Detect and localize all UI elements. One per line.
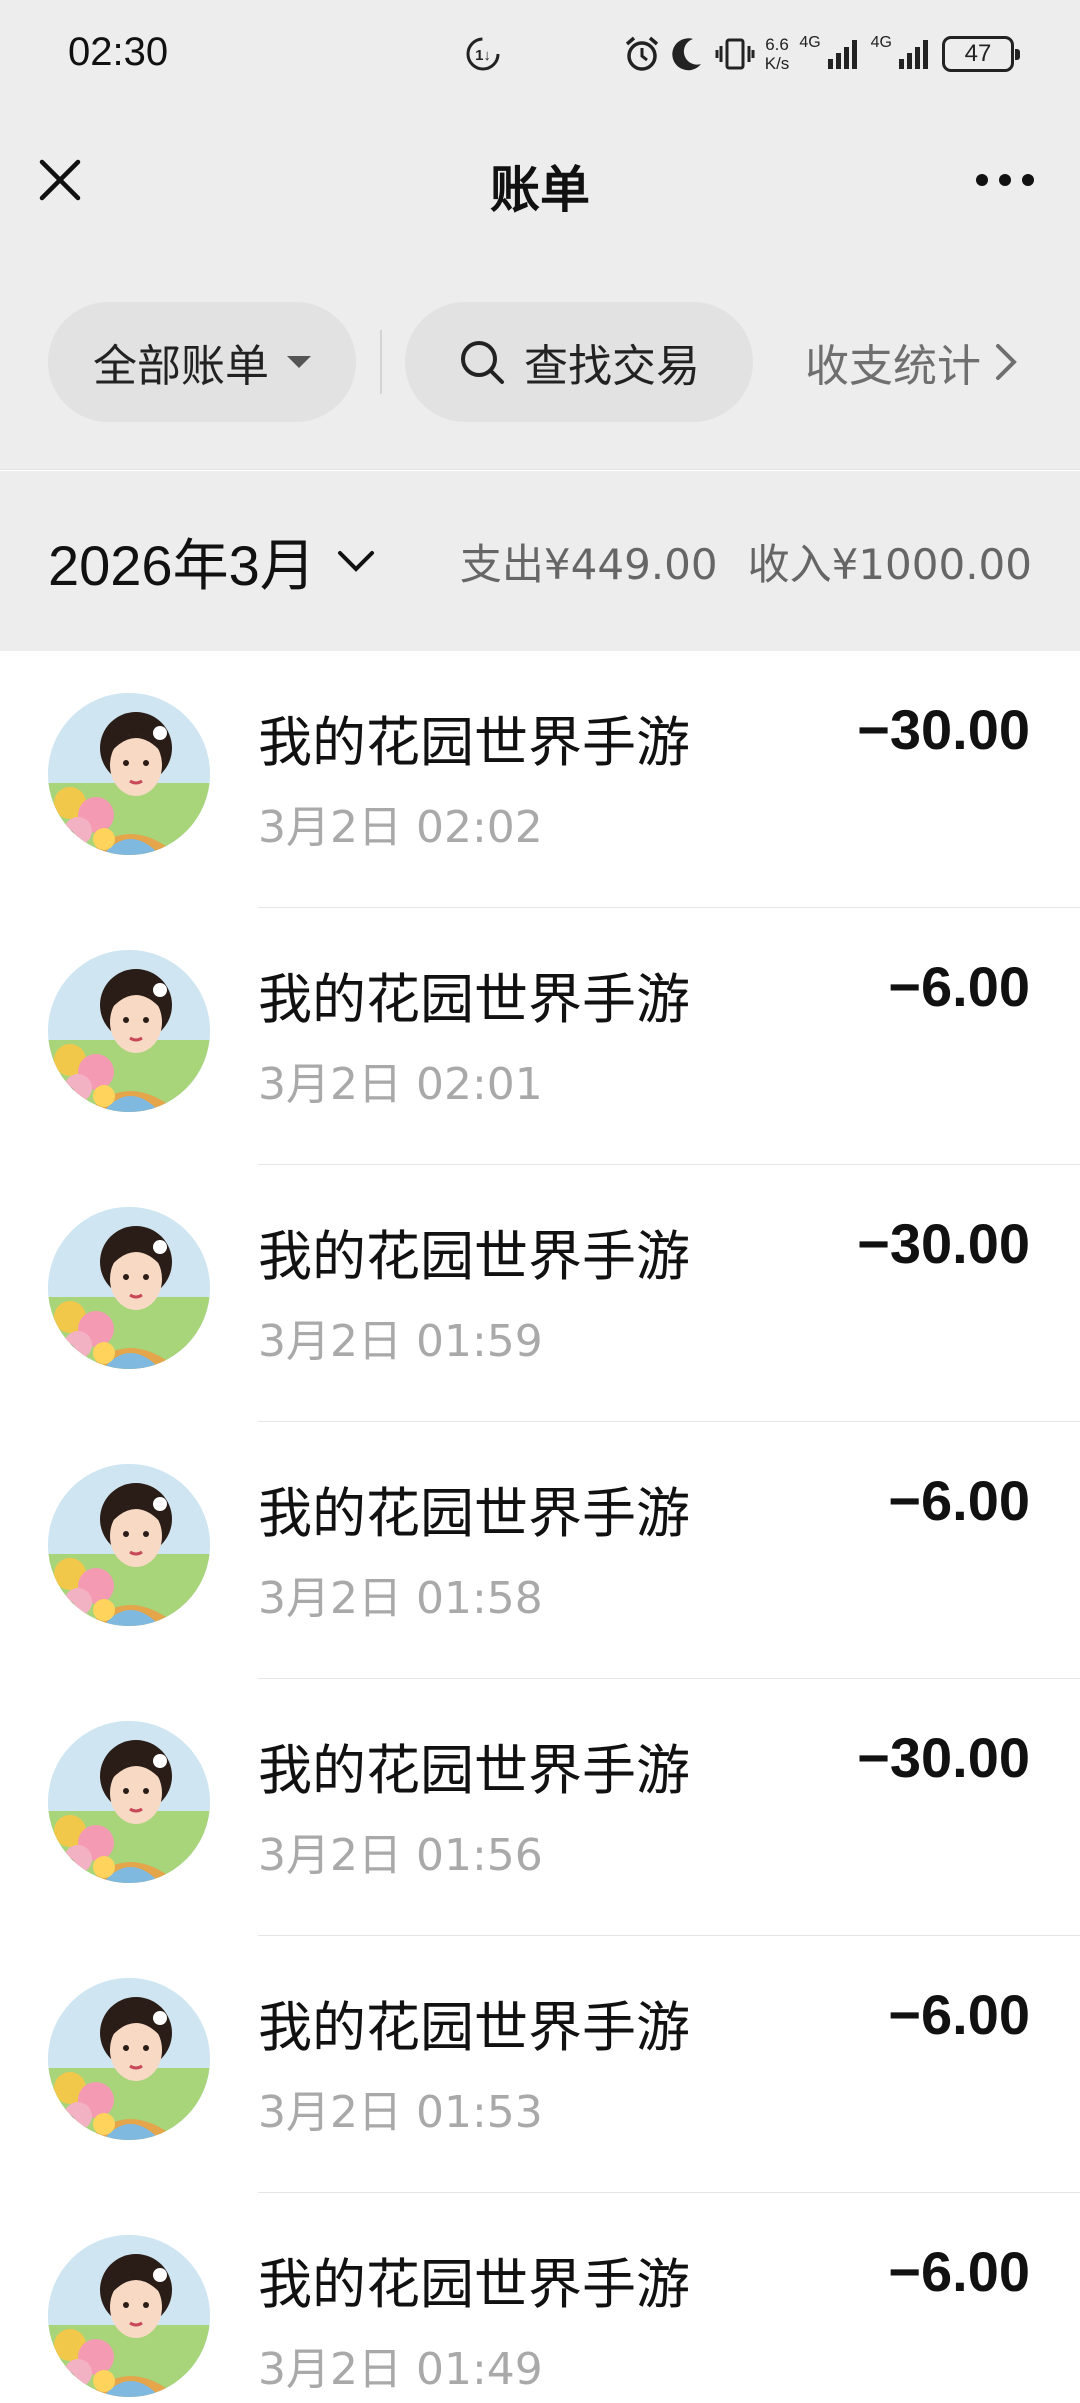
signal-icon — [827, 37, 861, 71]
transaction-time: 3月2日 01:49 — [258, 2344, 543, 2395]
month-selector[interactable]: 2026年3月 — [48, 526, 376, 597]
transaction-time: 3月2日 02:02 — [258, 802, 543, 853]
moon-icon — [671, 34, 705, 74]
battery-icon: 47 — [942, 36, 1020, 72]
search-label: 查找交易 — [524, 341, 700, 392]
transaction-row[interactable]: 我的花园世界手游 3月2日 01:58 −6.00 — [0, 1422, 1080, 1679]
transaction-row[interactable]: 我的花园世界手游 3月2日 01:49 −6.00 — [0, 2193, 1080, 2403]
status-time: 02:30 — [68, 30, 169, 74]
transaction-name: 我的花园世界手游 — [258, 1225, 690, 1288]
data-saver-icon: 1↓ — [463, 34, 503, 74]
page-title: 账单 — [490, 161, 590, 219]
merchant-avatar — [48, 1978, 210, 2140]
status-bar: 02:30 1↓ 6.6 K/s 4G 4G 47 — [0, 0, 1080, 115]
net-speed: 6.6 K/s — [764, 35, 790, 73]
search-icon — [461, 341, 504, 384]
merchant-avatar — [48, 1464, 210, 1626]
status-icons: 1↓ 6.6 K/s 4G 4G 47 — [463, 26, 1020, 82]
sim1-label: 4G — [799, 34, 821, 51]
stats-label: 收支统计 — [805, 341, 981, 392]
transaction-amount: −30.00 — [857, 1212, 1030, 1275]
transaction-row[interactable]: 我的花园世界手游 3月2日 01:56 −30.00 — [0, 1679, 1080, 1936]
transaction-name: 我的花园世界手游 — [258, 968, 690, 1031]
vibrate-icon — [715, 34, 755, 74]
alarm-icon — [623, 34, 661, 74]
signal-icon — [898, 37, 932, 71]
transaction-time: 3月2日 02:01 — [258, 1059, 543, 1110]
svg-text:1↓: 1↓ — [475, 47, 491, 64]
transaction-amount: −6.00 — [888, 955, 1030, 1018]
divider — [380, 330, 382, 394]
merchant-avatar — [48, 693, 210, 855]
merchant-avatar — [48, 2235, 210, 2397]
battery-level: 47 — [964, 40, 992, 67]
transaction-name: 我的花园世界手游 — [258, 1996, 690, 2059]
transaction-row[interactable]: 我的花园世界手游 3月2日 02:01 −6.00 — [0, 908, 1080, 1165]
filter-bar: 全部账单 查找交易 收支统计 — [0, 250, 1080, 470]
more-icon — [976, 174, 1034, 186]
all-bills-filter[interactable]: 全部账单 — [48, 302, 356, 422]
stats-link[interactable]: 收支统计 — [805, 302, 1017, 422]
month-label: 2026年3月 — [48, 533, 316, 597]
transaction-amount: −30.00 — [857, 1726, 1030, 1789]
caret-down-icon — [287, 356, 311, 368]
chevron-right-icon — [996, 344, 1017, 380]
merchant-avatar — [48, 1207, 210, 1369]
transaction-amount: −6.00 — [888, 2240, 1030, 2303]
merchant-avatar — [48, 950, 210, 1112]
transaction-time: 3月2日 01:56 — [258, 1830, 543, 1881]
more-button[interactable] — [970, 150, 1040, 210]
transaction-row[interactable]: 我的花园世界手游 3月2日 02:02 −30.00 — [0, 651, 1080, 908]
merchant-avatar — [48, 1721, 210, 1883]
month-bar: 2026年3月 支出¥449.00 收入¥1000.00 — [0, 471, 1080, 651]
transaction-row[interactable]: 我的花园世界手游 3月2日 01:53 −6.00 — [0, 1936, 1080, 2193]
transaction-time: 3月2日 01:58 — [258, 1573, 543, 1624]
transaction-name: 我的花园世界手游 — [258, 2253, 690, 2316]
transaction-time: 3月2日 01:53 — [258, 2087, 543, 2138]
transaction-amount: −6.00 — [888, 1983, 1030, 2046]
all-bills-label: 全部账单 — [93, 341, 269, 392]
chevron-down-icon — [337, 551, 374, 572]
transaction-name: 我的花园世界手游 — [258, 1482, 690, 1545]
transaction-amount: −30.00 — [857, 698, 1030, 761]
transaction-name: 我的花园世界手游 — [258, 1739, 690, 1802]
transaction-amount: −6.00 — [888, 1469, 1030, 1532]
transaction-time: 3月2日 01:59 — [258, 1316, 543, 1367]
month-summary: 支出¥449.00 收入¥1000.00 — [460, 526, 1032, 596]
income-total: 收入¥1000.00 — [747, 539, 1032, 589]
search-transactions-button[interactable]: 查找交易 — [405, 302, 753, 422]
transaction-list: 我的花园世界手游 3月2日 02:02 −30.00 我的花园世界手游 3月2日 02… — [0, 651, 1080, 2403]
expense-total: 支出¥449.00 — [459, 539, 718, 589]
transaction-name: 我的花园世界手游 — [258, 711, 690, 774]
transaction-row[interactable]: 我的花园世界手游 3月2日 01:59 −30.00 — [0, 1165, 1080, 1422]
header: 账单 — [0, 115, 1080, 250]
sim2-label: 4G — [870, 34, 892, 51]
